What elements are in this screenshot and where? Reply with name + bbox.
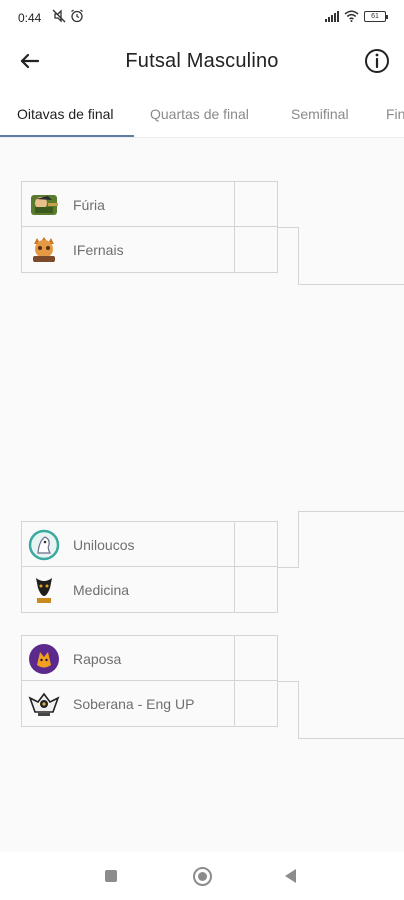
signal-icon (325, 10, 339, 22)
score-cell (234, 567, 277, 612)
system-nav-bar (0, 852, 404, 900)
bracket-connector (298, 681, 299, 738)
team-row[interactable]: Fúria (22, 182, 277, 227)
team-row[interactable]: IFernais (22, 227, 277, 272)
team-row[interactable]: Raposa (22, 636, 277, 681)
bracket-connector (278, 567, 298, 568)
active-tab-indicator (0, 135, 134, 137)
raposa-logo-icon (29, 644, 59, 674)
status-left-icons (52, 9, 84, 23)
match-card[interactable]: Fúria IFernais (21, 181, 278, 273)
team-name[interactable]: Medicina (73, 582, 129, 598)
furia-logo-icon (31, 195, 58, 215)
team-name[interactable]: IFernais (73, 242, 124, 258)
bracket-connector (298, 284, 404, 285)
match-card[interactable]: Raposa Soberana - Eng UP (21, 635, 278, 727)
score-cell (234, 227, 277, 272)
arrow-left-icon (20, 53, 40, 69)
tab-quartas-de-final[interactable]: Quartas de final (150, 106, 249, 122)
team-row[interactable]: Medicina (22, 567, 277, 612)
match-card[interactable]: Uniloucos Medicina (21, 521, 278, 613)
score-cell (234, 681, 277, 726)
medicina-logo-icon (36, 578, 52, 603)
score-cell (234, 522, 277, 567)
soberana-logo-icon (28, 692, 60, 716)
uniloucos-logo-icon (28, 529, 60, 561)
ifernais-logo-icon (33, 237, 55, 262)
back-button[interactable] (16, 47, 44, 75)
bracket-connector (298, 511, 404, 512)
team-name[interactable]: Raposa (73, 651, 121, 667)
bracket-connector (298, 227, 299, 284)
alarm-icon (71, 9, 83, 23)
home-circle-icon[interactable] (193, 867, 212, 886)
status-time: 0:44 (18, 11, 42, 25)
app-bar: Futsal Masculino (0, 32, 404, 90)
tab-final[interactable]: Fin (386, 106, 404, 122)
tab-oitavas-de-final[interactable]: Oitavas de final (17, 106, 114, 122)
info-icon (365, 49, 389, 73)
back-triangle-icon[interactable] (285, 869, 296, 883)
tab-semifinal[interactable]: Semifinal (291, 106, 349, 122)
bracket-area[interactable]: Fúria IFernais Uniloucos Medicina Raposa… (0, 139, 404, 851)
team-name[interactable]: Fúria (73, 197, 105, 213)
team-name[interactable]: Soberana - Eng UP (73, 696, 194, 712)
bracket-connector (278, 681, 298, 682)
bracket-connector (298, 511, 299, 568)
bracket-connector (298, 738, 404, 739)
team-name[interactable]: Uniloucos (73, 537, 134, 553)
bracket-connector (278, 227, 298, 228)
battery-icon: 61 (364, 10, 388, 22)
mute-icon (52, 9, 66, 23)
team-row[interactable]: Soberana - Eng UP (22, 681, 277, 726)
team-row[interactable]: Uniloucos (22, 522, 277, 567)
round-tabs: Oitavas de final Quartas de final Semifi… (0, 90, 404, 138)
score-cell (234, 636, 277, 681)
score-cell (234, 182, 277, 227)
page-title: Futsal Masculino (125, 50, 279, 72)
wifi-icon (344, 10, 359, 22)
info-button[interactable] (362, 46, 392, 76)
status-right-icons: 61 (325, 10, 388, 22)
recents-square-icon[interactable] (105, 870, 117, 882)
status-bar: 0:44 61 (0, 0, 404, 32)
